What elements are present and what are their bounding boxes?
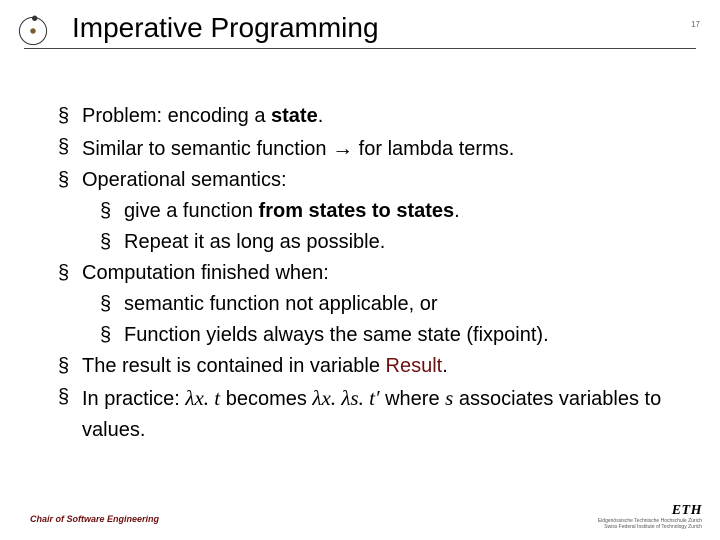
- text: for lambda terms.: [353, 138, 514, 160]
- text: Similar to semantic function: [82, 138, 332, 160]
- slide-header: Imperative Programming 17: [0, 0, 720, 57]
- text: semantic function not applicable, or: [124, 293, 438, 315]
- list-item: Operational semantics: give a function f…: [54, 165, 680, 258]
- list-item: Similar to semantic function → for lambd…: [54, 132, 680, 165]
- eth-logo-text: ETH: [598, 503, 702, 519]
- text: The result is contained in variable: [82, 355, 386, 377]
- text-bold: from states to states: [259, 200, 455, 222]
- text: .: [318, 105, 324, 127]
- text: In practice:: [82, 388, 185, 410]
- title-divider: [24, 48, 696, 49]
- text: Function yields always the same state (f…: [124, 324, 549, 346]
- text-bold: state: [271, 105, 318, 127]
- footer-chair: Chair of Software Engineering: [30, 514, 159, 524]
- text: Repeat it as long as possible.: [124, 231, 385, 253]
- list-item: In practice: λx. t becomes λx. λs. t′ wh…: [54, 382, 680, 446]
- text: Computation finished when:: [82, 262, 329, 284]
- list-item: Function yields always the same state (f…: [96, 320, 680, 351]
- list-item: give a function from states to states.: [96, 196, 680, 227]
- eth-logo: ETH Eidgenössische Technische Hochschule…: [598, 503, 702, 530]
- math-expr: λx. λs. t′: [312, 386, 379, 410]
- text: .: [454, 200, 460, 222]
- list-item: Repeat it as long as possible.: [96, 227, 680, 258]
- arrow-icon: →: [332, 136, 353, 160]
- eth-logo-sub: Swiss Federal Institute of Technology Zu…: [598, 525, 702, 531]
- sub-list: give a function from states to states. R…: [96, 196, 680, 258]
- list-item: The result is contained in variable Resu…: [54, 351, 680, 382]
- sub-list: semantic function not applicable, or Fun…: [96, 289, 680, 351]
- text-accent: Result: [386, 355, 443, 377]
- bullet-list: Problem: encoding a state. Similar to se…: [54, 101, 680, 446]
- list-item: Computation finished when: semantic func…: [54, 258, 680, 351]
- page-number: 17: [691, 20, 700, 29]
- list-item: Problem: encoding a state.: [54, 101, 680, 132]
- text: .: [442, 355, 448, 377]
- text: Operational semantics:: [82, 169, 287, 191]
- math-expr: λx. t: [185, 386, 220, 410]
- text: where: [380, 388, 446, 410]
- slide-title: Imperative Programming: [72, 12, 720, 44]
- logo-icon: [16, 14, 50, 48]
- text: becomes: [220, 388, 312, 410]
- list-item: semantic function not applicable, or: [96, 289, 680, 320]
- text: give a function: [124, 200, 259, 222]
- slide-body: Problem: encoding a state. Similar to se…: [0, 57, 720, 446]
- text: Problem: encoding a: [82, 105, 271, 127]
